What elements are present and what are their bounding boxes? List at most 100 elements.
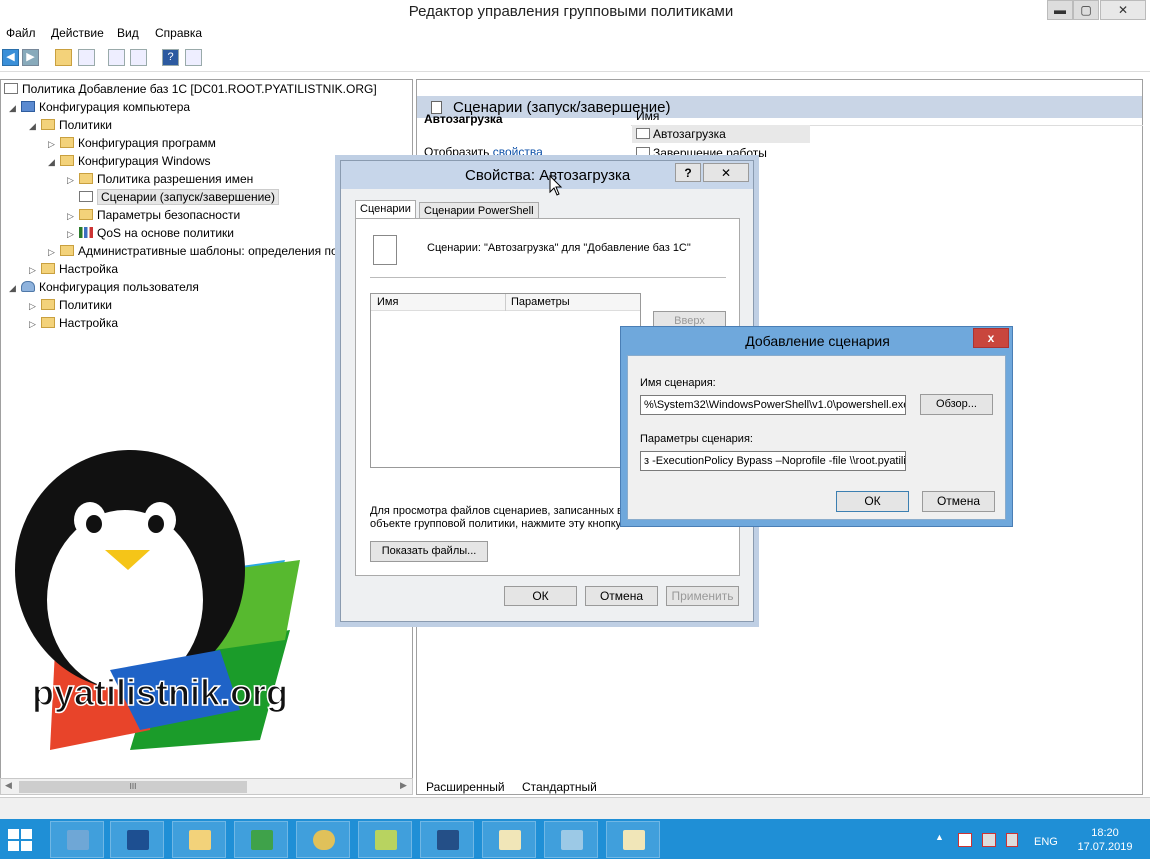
cancel-button[interactable]: Отмена xyxy=(922,491,995,512)
collapsed-arrow-icon[interactable]: ▷ xyxy=(29,315,41,333)
expanded-arrow-icon[interactable]: ◢ xyxy=(9,279,21,297)
divider xyxy=(370,277,726,278)
clock[interactable]: 18:20 17.07.2019 xyxy=(1070,826,1140,854)
tree-scripts-label: Сценарии (запуск/завершение) xyxy=(97,189,279,205)
tree-qos[interactable]: ▷ QoS на основе политики xyxy=(67,224,234,242)
window-titlebar: Редактор управления групповыми политикам… xyxy=(0,0,1150,22)
powershell-ise-icon[interactable] xyxy=(420,821,474,858)
ok-button[interactable]: ОК xyxy=(504,586,577,606)
console-icon[interactable] xyxy=(185,49,202,66)
table-header: Имя Параметры xyxy=(371,294,640,311)
taskbar: ▲ ENG 18:20 17.07.2019 xyxy=(0,819,1150,859)
tree-name-resolution[interactable]: ▷ Политика разрешения имен xyxy=(67,170,253,188)
tree-horizontal-scrollbar[interactable]: ◀ III ▶ xyxy=(0,778,413,795)
close-button[interactable]: ✕ xyxy=(1100,0,1146,20)
server-manager-icon[interactable] xyxy=(50,821,104,858)
speaker-icon[interactable] xyxy=(1006,833,1018,847)
tree-admin-templates[interactable]: ▷ Административные шаблоны: определения п… xyxy=(48,242,338,260)
help-icon[interactable]: ? xyxy=(162,49,179,66)
collapsed-arrow-icon[interactable]: ▷ xyxy=(48,243,60,261)
folder-icon xyxy=(60,245,74,256)
scroll-right-icon[interactable]: ▶ xyxy=(400,780,407,791)
window-title: Редактор управления групповыми политикам… xyxy=(408,3,734,20)
document-icon[interactable] xyxy=(482,821,536,858)
expanded-arrow-icon[interactable]: ◢ xyxy=(9,99,21,117)
menu-action[interactable]: Действие xyxy=(51,26,104,40)
flag-icon[interactable] xyxy=(958,833,972,847)
col-params[interactable]: Параметры xyxy=(511,296,570,308)
tray-arrow-icon[interactable]: ▲ xyxy=(935,832,944,842)
folder-icon xyxy=(41,299,55,310)
column-header-name[interactable]: Имя xyxy=(631,106,1143,126)
tab-scripts[interactable]: Сценарии xyxy=(355,200,416,218)
powershell-icon[interactable] xyxy=(110,821,164,858)
properties-link[interactable]: свойства xyxy=(493,145,543,159)
scroll-left-icon[interactable]: ◀ xyxy=(5,780,12,791)
tree-settings[interactable]: ▷ Настройка xyxy=(29,260,118,278)
expanded-arrow-icon[interactable]: ◢ xyxy=(29,117,41,135)
minimize-button[interactable]: ▬ xyxy=(1047,0,1073,20)
properties-icon[interactable] xyxy=(130,49,147,66)
menu-help[interactable]: Справка xyxy=(155,26,202,40)
remote-app-icon[interactable] xyxy=(544,821,598,858)
browse-button[interactable]: Обзор... xyxy=(920,394,993,415)
tree-computer-config[interactable]: ◢ Конфигурация компьютера xyxy=(9,98,190,116)
explorer-icon[interactable] xyxy=(172,821,226,858)
apply-button[interactable]: Применить xyxy=(666,586,739,606)
script-icon xyxy=(636,147,650,158)
collapsed-arrow-icon[interactable]: ▷ xyxy=(29,297,41,315)
task-scheduler-icon[interactable] xyxy=(296,821,350,858)
tree-user-policies[interactable]: ▷ Политики xyxy=(29,296,112,314)
folder-icon xyxy=(41,317,55,328)
notes-icon[interactable] xyxy=(358,821,412,858)
back-icon[interactable]: ◀ xyxy=(2,49,19,66)
collapsed-arrow-icon[interactable]: ▷ xyxy=(29,261,41,279)
show-hide-tree-icon[interactable] xyxy=(78,49,95,66)
scripts-description: Сценарии: "Автозагрузка" для "Добавление… xyxy=(427,242,691,254)
script-icon xyxy=(636,128,650,139)
user-icon xyxy=(21,281,35,292)
scripts-table[interactable]: Имя Параметры xyxy=(370,293,641,468)
network-icon[interactable] xyxy=(234,821,288,858)
script-params-field[interactable]: з -ExecutionPolicy Bypass –Noprofile -fi… xyxy=(640,451,906,471)
help-button[interactable]: ? xyxy=(675,163,701,182)
folder-icon xyxy=(79,173,93,184)
expanded-arrow-icon[interactable]: ◢ xyxy=(48,153,60,171)
show-files-button[interactable]: Показать файлы... xyxy=(370,541,488,562)
close-button[interactable]: x xyxy=(973,328,1009,348)
cancel-button[interactable]: Отмена xyxy=(585,586,658,606)
menu-file[interactable]: Файл xyxy=(6,26,36,40)
tab-standard[interactable]: Стандартный xyxy=(522,780,597,794)
network-status-icon[interactable] xyxy=(982,833,996,847)
start-windows-icon[interactable] xyxy=(8,829,32,851)
tree-user-settings[interactable]: ▷ Настройка xyxy=(29,314,118,332)
scroll-thumb[interactable]: III xyxy=(19,781,247,793)
tree-scripts[interactable]: Сценарии (запуск/завершение) xyxy=(67,188,279,206)
tree-security[interactable]: ▷ Параметры безопасности xyxy=(67,206,240,224)
collapsed-arrow-icon[interactable]: ▷ xyxy=(48,135,60,153)
tree-user-config[interactable]: ◢ Конфигурация пользователя xyxy=(9,278,199,296)
script-name-field[interactable]: %\System32\WindowsPowerShell\v1.0\powers… xyxy=(640,395,906,415)
up-folder-icon[interactable] xyxy=(55,49,72,66)
collapsed-arrow-icon[interactable]: ▷ xyxy=(67,171,79,189)
notepad-icon[interactable] xyxy=(606,821,660,858)
collapsed-arrow-icon[interactable]: ▷ xyxy=(67,207,79,225)
collapsed-arrow-icon[interactable]: ▷ xyxy=(67,225,79,243)
properties-titlebar: Свойства: Автозагрузка ? ✕ xyxy=(341,161,753,189)
tab-extended[interactable]: Расширенный xyxy=(426,780,505,794)
menu-view[interactable]: Вид xyxy=(117,26,139,40)
tree-policies[interactable]: ◢ Политики xyxy=(29,116,112,134)
maximize-button[interactable]: ▢ xyxy=(1073,0,1099,20)
col-divider xyxy=(505,294,506,311)
close-button[interactable]: ✕ xyxy=(703,163,749,182)
tree-windows-config[interactable]: ◢ Конфигурация Windows xyxy=(48,152,211,170)
list-item[interactable]: Автозагрузка xyxy=(632,125,810,143)
tree-software-config[interactable]: ▷ Конфигурация программ xyxy=(48,134,216,152)
export-list-icon[interactable] xyxy=(108,49,125,66)
language-indicator[interactable]: ENG xyxy=(1034,836,1058,848)
tree-root[interactable]: Политика Добавление баз 1С [DC01.ROOT.PY… xyxy=(4,80,377,98)
col-name[interactable]: Имя xyxy=(377,296,398,308)
ok-button[interactable]: ОК xyxy=(836,491,909,512)
forward-icon[interactable]: ▶ xyxy=(22,49,39,66)
script-list-icon xyxy=(373,235,397,265)
